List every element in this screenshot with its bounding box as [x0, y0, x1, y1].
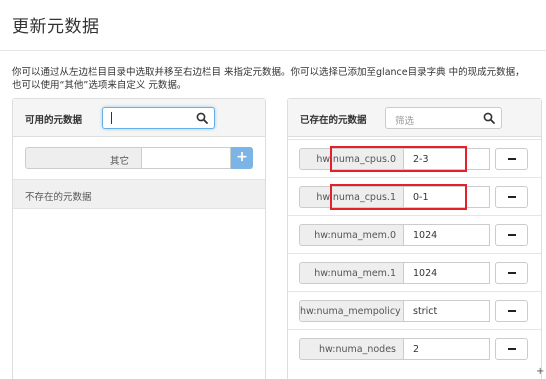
existing-filter-input[interactable]: 筛选: [385, 107, 502, 129]
highlight-box: [330, 184, 467, 210]
metadata-value-input[interactable]: 1024: [403, 262, 490, 284]
highlight-box: [330, 146, 467, 172]
metadata-key: hw:numa_mem.0: [299, 224, 403, 246]
page-title: 更新元数据: [12, 17, 100, 37]
empty-metadata-text: 不存在的元数据: [25, 192, 92, 203]
plus-icon: +: [236, 149, 248, 165]
custom-metadata-label: 其它: [25, 147, 141, 169]
custom-metadata-row: 其它 +: [25, 147, 253, 169]
title-divider: [0, 50, 546, 51]
minus-icon: [508, 348, 516, 350]
remove-metadata-button[interactable]: [495, 262, 528, 284]
metadata-key: hw:numa_nodes: [299, 338, 403, 360]
remove-metadata-button[interactable]: [495, 300, 528, 322]
custom-metadata-input[interactable]: [141, 147, 231, 169]
metadata-row: hw:numa_nodes 2: [288, 329, 541, 367]
empty-metadata-row: 不存在的元数据: [13, 179, 265, 209]
add-custom-button[interactable]: +: [231, 147, 253, 169]
minus-icon: [508, 158, 516, 160]
minus-icon: [508, 196, 516, 198]
remove-metadata-button[interactable]: [495, 224, 528, 246]
search-icon[interactable]: [196, 112, 208, 124]
metadata-value-input[interactable]: strict: [403, 300, 490, 322]
description-line-1: 你可以通过从左边栏目目录中选取并移至右边栏目 来指定元数据。你可以选择已添加至g…: [12, 67, 525, 78]
minus-icon: [508, 272, 516, 274]
description-line-2: 也可以使用“其他”选项来自定义 元数据。: [12, 80, 187, 91]
minus-icon: [508, 234, 516, 236]
text-caret: [111, 112, 112, 124]
remove-metadata-button[interactable]: [495, 186, 528, 208]
remove-metadata-button[interactable]: [495, 338, 528, 360]
description: 你可以通过从左边栏目目录中选取并移至右边栏目 来指定元数据。你可以选择已添加至g…: [12, 66, 540, 92]
filter-placeholder: 筛选: [395, 116, 415, 127]
metadata-row: hw:numa_mem.1 1024: [288, 253, 541, 291]
metadata-key: hw:numa_mem.1: [299, 262, 403, 284]
metadata-value-input[interactable]: 2: [403, 338, 490, 360]
resize-cursor-icon: +: [536, 366, 545, 377]
available-metadata-header: 可用的元数据: [13, 99, 265, 137]
available-metadata-title: 可用的元数据: [25, 115, 83, 126]
metadata-key: hw:numa_mempolicy: [299, 300, 403, 322]
metadata-value-input[interactable]: 1024: [403, 224, 490, 246]
metadata-row: hw:numa_mem.0 1024: [288, 215, 541, 253]
remove-metadata-button[interactable]: [495, 148, 528, 170]
metadata-row: hw:numa_cpus.0 2-3: [288, 139, 541, 177]
minus-icon: [508, 310, 516, 312]
search-icon[interactable]: [483, 112, 495, 124]
existing-metadata-title: 已存在的元数据: [300, 115, 367, 126]
existing-metadata-panel: 已存在的元数据 筛选 hw:numa_cpus.0 2-3 hw:numa_cp…: [287, 98, 542, 379]
available-metadata-panel: 可用的元数据 其它 + 不存在的元数据: [12, 98, 266, 379]
metadata-row: hw:numa_mempolicy strict: [288, 291, 541, 329]
metadata-row: hw:numa_cpus.1 0-1: [288, 177, 541, 215]
existing-metadata-header: 已存在的元数据 筛选: [288, 99, 541, 137]
available-search-input[interactable]: [102, 107, 215, 129]
